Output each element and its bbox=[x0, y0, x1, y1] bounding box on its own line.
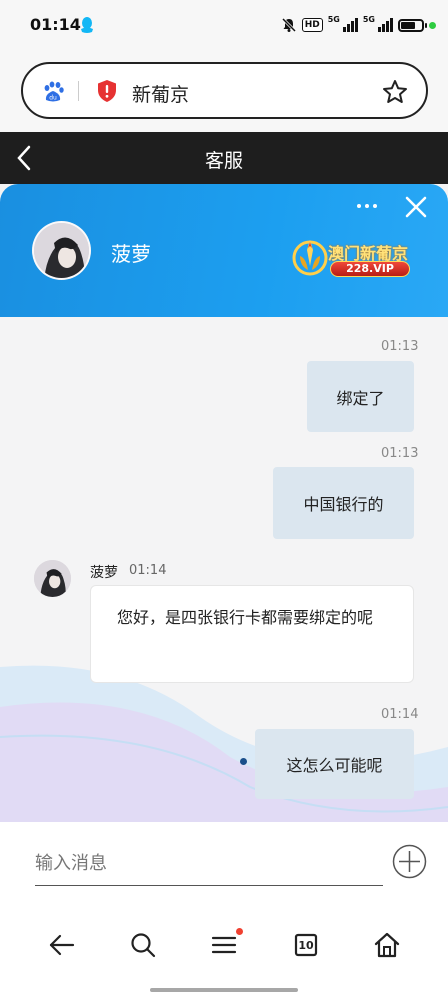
notification-dot bbox=[236, 928, 243, 935]
address-text[interactable]: 新葡京 bbox=[132, 80, 189, 107]
hd-badge: HD bbox=[301, 18, 323, 32]
message-text: 这怎么可能呢 bbox=[286, 756, 383, 775]
menu-icon[interactable] bbox=[209, 930, 239, 960]
svg-text:du: du bbox=[49, 95, 57, 102]
network-type-2: 5G bbox=[362, 15, 375, 24]
message-text: 您好，是四张银行卡都需要绑定的呢 bbox=[117, 608, 374, 627]
browser-bottom-nav: 10 bbox=[0, 908, 448, 1000]
bookmark-star-icon[interactable] bbox=[382, 79, 408, 105]
chat-window: 菠萝 澳门新葡京 228.VIP 01:13 绑定了 01:13 中国银行的 菠… bbox=[0, 184, 448, 822]
message-input-bar bbox=[0, 822, 448, 908]
brand-emblem-icon bbox=[292, 240, 328, 276]
network-type-1: 5G bbox=[327, 15, 340, 24]
home-indicator[interactable] bbox=[150, 988, 298, 992]
browser-toolbar: du 新葡京 bbox=[0, 52, 448, 132]
status-icons: HD 5G 5G bbox=[281, 15, 436, 35]
message-timestamp: 01:14 bbox=[381, 707, 419, 722]
address-divider bbox=[78, 81, 79, 101]
outgoing-message: 中国银行的 bbox=[273, 467, 414, 539]
add-attachment-plus-icon[interactable] bbox=[392, 844, 427, 879]
signal-icon-2 bbox=[378, 18, 393, 32]
tabs-button[interactable]: 10 bbox=[291, 930, 321, 960]
agent-avatar bbox=[32, 221, 91, 280]
message-text: 绑定了 bbox=[336, 388, 385, 408]
agent-name: 菠萝 bbox=[111, 242, 151, 266]
more-options-icon[interactable] bbox=[355, 202, 379, 210]
qq-icon bbox=[81, 17, 93, 33]
page-header: 客服 bbox=[0, 132, 448, 184]
page-title: 客服 bbox=[204, 150, 243, 172]
home-icon[interactable] bbox=[372, 930, 402, 960]
outgoing-message: 绑定了 bbox=[307, 361, 414, 432]
message-text: 中国银行的 bbox=[303, 495, 384, 514]
signal-icon-1 bbox=[342, 18, 358, 32]
tab-count: 10 bbox=[298, 938, 314, 952]
message-timestamp: 01:13 bbox=[381, 339, 419, 354]
brand-badge: 228.VIP bbox=[330, 261, 410, 277]
close-icon[interactable] bbox=[404, 195, 428, 219]
charging-indicator bbox=[429, 21, 436, 29]
sender-avatar bbox=[34, 560, 71, 597]
message-timestamp: 01:14 bbox=[129, 563, 167, 578]
message-list: 01:13 绑定了 01:13 中国银行的 菠萝 01:14 您好，是四张银行卡… bbox=[0, 317, 448, 822]
security-warning-shield-icon[interactable] bbox=[96, 79, 118, 103]
chat-header: 菠萝 澳门新葡京 228.VIP bbox=[0, 184, 448, 317]
status-time: 01:14 bbox=[30, 15, 81, 34]
search-icon[interactable] bbox=[128, 930, 158, 960]
baidu-paw-icon[interactable]: du bbox=[41, 80, 65, 104]
message-timestamp: 01:13 bbox=[381, 446, 419, 461]
battery-icon bbox=[398, 18, 427, 32]
back-arrow-icon[interactable] bbox=[47, 930, 77, 960]
sending-status-dot bbox=[240, 758, 247, 765]
sender-name: 菠萝 bbox=[90, 565, 118, 581]
brand-logo: 澳门新葡京 228.VIP bbox=[290, 236, 414, 280]
message-input[interactable] bbox=[35, 842, 383, 886]
incoming-message: 您好，是四张银行卡都需要绑定的呢 bbox=[90, 585, 414, 683]
address-bar[interactable]: du 新葡京 bbox=[21, 62, 428, 119]
status-bar: 01:14 HD 5G 5G bbox=[0, 0, 448, 52]
outgoing-message: 这怎么可能呢 bbox=[255, 729, 414, 799]
mute-bell-icon bbox=[281, 17, 296, 33]
